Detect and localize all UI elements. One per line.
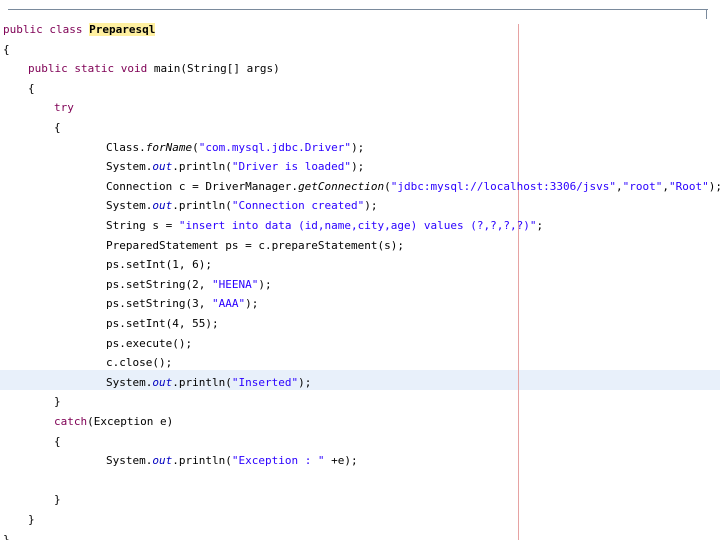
code-line[interactable]: { [3,40,10,60]
code-line[interactable]: } [28,510,35,530]
code-token: out [152,454,173,468]
code-token: "Driver is loaded" [231,160,352,174]
code-token: forName [145,140,193,154]
code-token: ps.execute(); [106,336,193,350]
code-line[interactable]: } [3,530,10,540]
code-token: "Root" [668,179,709,193]
code-line[interactable]: ps.setString(3, "AAA"); [106,294,258,314]
code-editor[interactable]: public class Preparesql { public static vo… [0,0,720,540]
code-line[interactable]: } [54,490,61,510]
code-token: PreparedStatement ps = c.prepareStatemen… [106,238,405,252]
code-token: "insert into data (id,name,city,age) val… [178,219,537,232]
code-token: { [54,121,61,134]
code-token: , [662,179,669,193]
code-token: "Exception : " [231,454,325,468]
code-token: ); [708,179,720,193]
code-token: "jdbc:mysql://localhost:3306/jsvs" [390,179,616,193]
code-line[interactable]: ps.setString(2, "HEENA"); [106,275,272,295]
code-token: (Exception e) [87,415,174,428]
code-token: ( [192,140,199,154]
code-token: .println( [172,375,232,389]
code-token: { [54,434,61,448]
code-token: try [54,101,74,115]
code-line[interactable]: System.out.println("Connection created")… [106,196,378,216]
code-token: void [120,62,148,76]
code-token: ); [245,297,259,311]
code-token: .println( [172,454,232,468]
code-token: ); [364,199,378,213]
code-line[interactable]: c.close(); [106,353,172,373]
code-token: { [28,81,35,95]
code-token: System. [106,454,153,468]
code-line[interactable]: Class.forName("com.mysql.jdbc.Driver"); [106,138,364,158]
code-token: Connection c = DriverManager. [106,179,299,193]
code-token: .println( [172,199,232,213]
code-token: "root" [622,179,663,193]
code-token: public [3,23,43,36]
code-token: { [3,42,10,56]
code-token: ps.setString(3, [106,297,212,311]
code-token: Class. [106,140,146,154]
code-token: } [54,395,61,409]
code-line[interactable]: catch(Exception e) [54,412,173,432]
code-line[interactable]: ps.execute(); [106,334,192,354]
code-token: ); [351,160,365,174]
code-token: ( [384,179,391,193]
code-token: out [152,199,173,213]
code-line[interactable]: System.out.println("Driver is loaded"); [106,157,364,177]
code-token: "AAA" [211,297,246,311]
code-token: ); [258,277,272,291]
code-token: ps.setString(2, [106,277,212,291]
code-token: main(String[] args) [147,62,280,76]
code-line[interactable]: { [54,432,61,452]
code-token: ); [351,140,365,154]
code-token: Preparesql [89,23,156,36]
code-token: getConnection [298,179,385,193]
code-token: , [615,179,623,193]
code-token: System. [106,375,153,389]
code-line[interactable]: Connection c = DriverManager.getConnecti… [106,177,720,197]
code-token: out [152,375,173,389]
code-token: } [54,493,61,507]
code-token: "com.mysql.jdbc.Driver" [198,140,352,154]
print-margin-line [518,24,519,540]
code-line[interactable]: { [28,79,35,99]
code-token: .println( [172,160,232,174]
code-token: public [28,62,68,76]
code-token: System. [106,199,153,213]
code-token: ps.setInt(4, 55); [106,317,219,330]
code-line[interactable]: PreparedStatement ps = c.prepareStatemen… [106,236,404,256]
code-line[interactable]: ps.setInt(1, 6); [106,255,212,275]
code-line[interactable]: System.out.println("Exception : " +e); [106,451,358,471]
code-token: "HEENA" [211,277,259,291]
code-token: ; [536,219,544,232]
editor-top-border-corner [706,9,707,19]
code-token: catch [54,415,88,428]
code-token: ps.setInt(1, 6); [106,258,212,272]
code-token: "Connection created" [231,199,365,213]
code-line[interactable]: System.out.println("Inserted"); [106,373,311,393]
code-token: } [3,532,10,540]
code-token: class [49,23,83,36]
code-token: String s = [106,219,179,232]
code-token: "Inserted" [231,375,299,389]
editor-top-border [8,9,708,10]
code-token: System. [106,160,153,174]
code-token: c.close(); [106,356,173,370]
code-line[interactable]: try [54,98,74,118]
code-line[interactable]: public static void main(String[] args) [28,59,280,79]
code-token: +e); [324,454,358,468]
code-token: ); [298,375,312,389]
code-line[interactable]: String s = "insert into data (id,name,ci… [106,216,543,236]
code-line[interactable]: public class Preparesql [3,20,156,40]
code-token: static [74,62,115,76]
code-token: } [28,513,35,526]
code-line[interactable]: } [54,392,61,412]
code-line[interactable]: { [54,118,61,138]
code-line[interactable]: ps.setInt(4, 55); [106,314,219,334]
code-token: out [152,160,173,174]
